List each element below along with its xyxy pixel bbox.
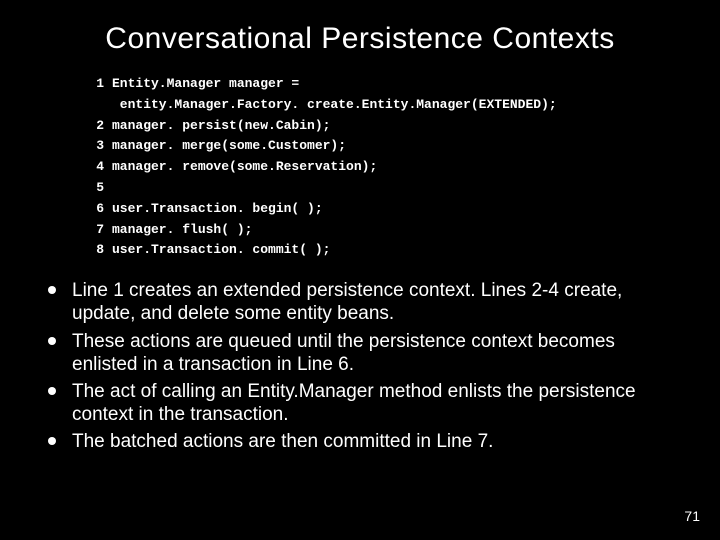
list-item: The batched actions are then committed i… <box>40 430 680 453</box>
code-line: 1 Entity.Manager manager = <box>86 74 684 95</box>
code-text: Entity.Manager manager = <box>112 76 299 91</box>
bullet-text: The act of calling an Entity.Manager met… <box>72 381 636 425</box>
page-number: 71 <box>684 508 700 524</box>
list-item: The act of calling an Entity.Manager met… <box>40 380 680 426</box>
code-line: 4 manager. remove(some.Reservation); <box>86 157 684 178</box>
code-text: user.Transaction. commit( ); <box>112 242 330 257</box>
code-line: 5 <box>86 178 684 199</box>
code-block: 1 Entity.Manager manager = entity.Manager… <box>86 74 684 261</box>
bullet-icon <box>48 337 56 345</box>
code-text: manager. merge(some.Customer); <box>112 138 346 153</box>
code-linenum: 6 <box>86 199 104 220</box>
code-line: 6 user.Transaction. begin( ); <box>86 199 684 220</box>
code-line: 3 manager. merge(some.Customer); <box>86 136 684 157</box>
code-line: 7 manager. flush( ); <box>86 220 684 241</box>
slide: Conversational Persistence Contexts 1 Ent… <box>0 0 720 540</box>
code-line: 8 user.Transaction. commit( ); <box>86 240 684 261</box>
code-text: entity.Manager.Factory. create.Entity.Ma… <box>112 97 557 112</box>
bullet-icon <box>48 387 56 395</box>
bullet-text: Line 1 creates an extended persistence c… <box>72 280 622 324</box>
code-linenum: 3 <box>86 136 104 157</box>
code-linenum: 4 <box>86 157 104 178</box>
bullet-text: These actions are queued until the persi… <box>72 331 615 375</box>
code-linenum: 5 <box>86 178 104 199</box>
bullet-text: The batched actions are then committed i… <box>72 431 493 452</box>
list-item: Line 1 creates an extended persistence c… <box>40 279 680 325</box>
bullet-icon <box>48 437 56 445</box>
code-linenum: 7 <box>86 220 104 241</box>
bullet-icon <box>48 286 56 294</box>
code-linenum: 1 <box>86 74 104 95</box>
code-line: 2 manager. persist(new.Cabin); <box>86 116 684 137</box>
bullet-list: Line 1 creates an extended persistence c… <box>40 279 680 453</box>
page-title: Conversational Persistence Contexts <box>36 22 684 56</box>
code-text: user.Transaction. begin( ); <box>112 201 323 216</box>
code-linenum: 2 <box>86 116 104 137</box>
code-text: manager. flush( ); <box>112 222 252 237</box>
code-linenum: 8 <box>86 240 104 261</box>
code-text: manager. remove(some.Reservation); <box>112 159 377 174</box>
code-line: entity.Manager.Factory. create.Entity.Ma… <box>86 95 684 116</box>
list-item: These actions are queued until the persi… <box>40 330 680 376</box>
code-text: manager. persist(new.Cabin); <box>112 118 330 133</box>
